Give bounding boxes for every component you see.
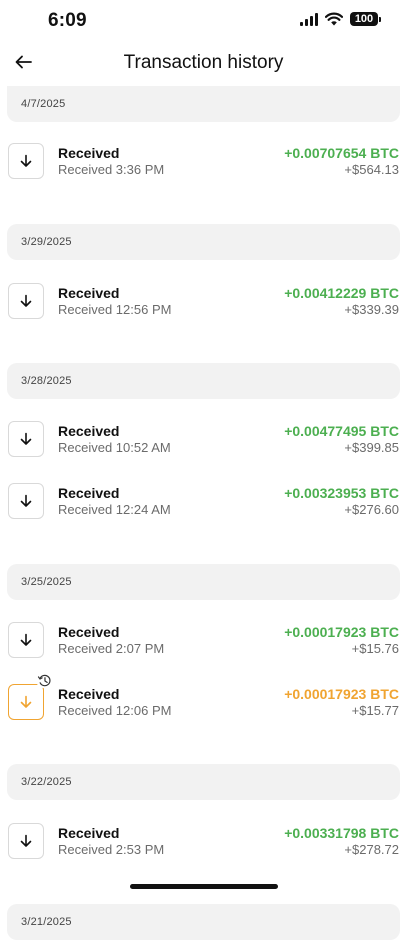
transaction-list: 4/7/2025 Received Received 3:36 PM +0.00… bbox=[0, 86, 407, 940]
status-icons: 100 bbox=[300, 12, 381, 26]
battery-level: 100 bbox=[350, 12, 378, 26]
transaction-amount-usd: +$399.85 bbox=[344, 440, 399, 455]
transaction-amount-usd: +$276.60 bbox=[344, 502, 399, 517]
transaction-row[interactable]: Received Received 2:53 PM +0.00331798 BT… bbox=[0, 811, 407, 873]
received-arrow-icon bbox=[8, 684, 44, 720]
page-header: Transaction history bbox=[0, 44, 407, 86]
transaction-title: Received bbox=[58, 145, 120, 161]
date-header: 4/7/2025 bbox=[7, 86, 400, 122]
transaction-time: Received 12:06 PM bbox=[58, 703, 172, 718]
wifi-icon bbox=[325, 12, 343, 26]
date-header: 3/22/2025 bbox=[7, 764, 400, 800]
battery-icon: 100 bbox=[350, 12, 381, 26]
transaction-title: Received bbox=[58, 686, 120, 702]
transaction-row[interactable]: Received Received 3:36 PM +0.00707654 BT… bbox=[0, 131, 407, 193]
received-arrow-icon bbox=[8, 622, 44, 658]
transaction-row[interactable]: Received Received 2:07 PM +0.00017923 BT… bbox=[0, 610, 407, 672]
transaction-amount-btc: +0.00017923 BTC bbox=[284, 686, 399, 702]
received-arrow-icon bbox=[8, 143, 44, 179]
transaction-amount-btc: +0.00477495 BTC bbox=[284, 423, 399, 439]
transaction-amount-usd: +$564.13 bbox=[344, 162, 399, 177]
transaction-title: Received bbox=[58, 825, 120, 841]
date-header: 3/29/2025 bbox=[7, 224, 400, 260]
transaction-amount-usd: +$15.76 bbox=[351, 641, 399, 656]
transaction-row-pending[interactable]: Received Received 12:06 PM +0.00017923 B… bbox=[0, 672, 407, 734]
transaction-amount-usd: +$339.39 bbox=[344, 302, 399, 317]
received-arrow-icon bbox=[8, 421, 44, 457]
transaction-row[interactable]: Received Received 10:52 AM +0.00477495 B… bbox=[0, 409, 407, 471]
received-arrow-icon bbox=[8, 483, 44, 519]
home-indicator[interactable] bbox=[130, 884, 278, 889]
transaction-time: Received 12:24 AM bbox=[58, 502, 171, 517]
date-header: 3/28/2025 bbox=[7, 363, 400, 399]
transaction-time: Received 12:56 PM bbox=[58, 302, 172, 317]
transaction-amount-btc: +0.00017923 BTC bbox=[284, 624, 399, 640]
transaction-time: Received 2:53 PM bbox=[58, 842, 165, 857]
received-arrow-icon bbox=[8, 283, 44, 319]
transaction-time: Received 3:36 PM bbox=[58, 162, 165, 177]
transaction-amount-usd: +$278.72 bbox=[344, 842, 399, 857]
transaction-amount-btc: +0.00412229 BTC bbox=[284, 285, 399, 301]
signal-icon bbox=[300, 12, 318, 26]
transaction-amount-btc: +0.00323953 BTC bbox=[284, 485, 399, 501]
status-time: 6:09 bbox=[48, 10, 87, 31]
transaction-row[interactable]: Received Received 12:24 AM +0.00323953 B… bbox=[0, 471, 407, 533]
page-title: Transaction history bbox=[123, 52, 284, 73]
transaction-time: Received 2:07 PM bbox=[58, 641, 165, 656]
transaction-time: Received 10:52 AM bbox=[58, 440, 171, 455]
transaction-amount-btc: +0.00707654 BTC bbox=[284, 145, 399, 161]
transaction-title: Received bbox=[58, 624, 120, 640]
transaction-amount-btc: +0.00331798 BTC bbox=[284, 825, 399, 841]
date-header: 3/21/2025 bbox=[7, 904, 400, 940]
transaction-row[interactable]: Received Received 12:56 PM +0.00412229 B… bbox=[0, 271, 407, 333]
received-arrow-icon bbox=[8, 823, 44, 859]
date-header: 3/25/2025 bbox=[7, 564, 400, 600]
transaction-title: Received bbox=[58, 485, 120, 501]
transaction-title: Received bbox=[58, 285, 120, 301]
pending-history-icon bbox=[36, 672, 52, 688]
status-bar: 6:09 100 bbox=[0, 0, 407, 44]
transaction-amount-usd: +$15.77 bbox=[351, 703, 399, 718]
transaction-title: Received bbox=[58, 423, 120, 439]
